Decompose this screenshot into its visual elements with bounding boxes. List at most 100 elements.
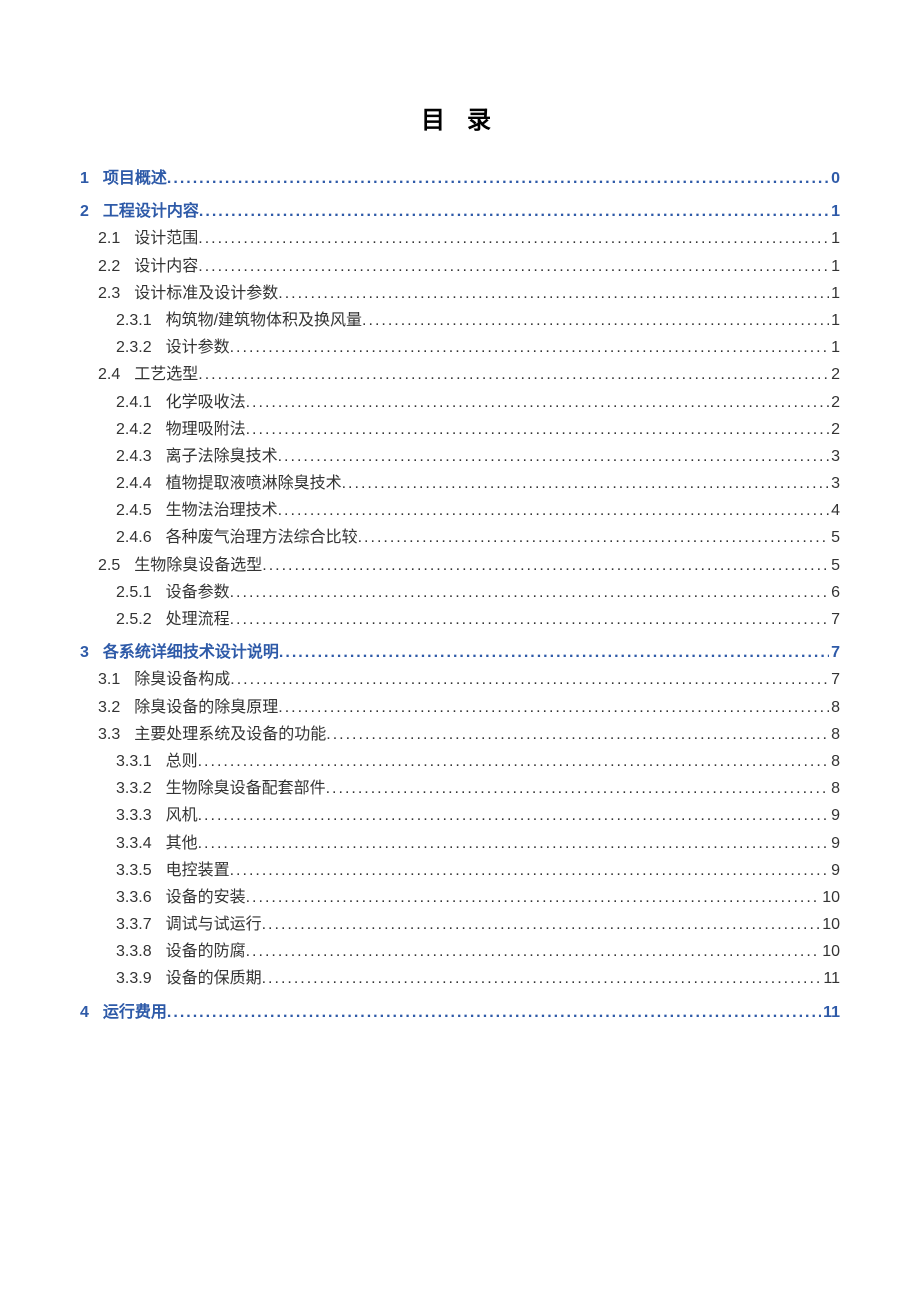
toc-entry-title: 设计参数 xyxy=(152,334,230,361)
toc-entry-number: 2.5.1 xyxy=(116,579,152,606)
toc-entry-number: 2.3.2 xyxy=(116,334,152,361)
toc-entry[interactable]: 2.5生物除臭设备选型.............................… xyxy=(80,552,840,579)
toc-dots: ........................................… xyxy=(230,579,829,606)
toc-dots: ........................................… xyxy=(246,884,821,911)
toc-entry[interactable]: 2.4.4植物提取液喷淋除臭技术........................… xyxy=(80,470,840,497)
toc-entry-page: 1 xyxy=(829,225,840,252)
toc-entry-page: 10 xyxy=(820,938,840,965)
toc-entry[interactable]: 2.4.3离子法除臭技术............................… xyxy=(80,443,840,470)
toc-entry-title: 设备参数 xyxy=(152,579,230,606)
toc-entry-number: 2.4.4 xyxy=(116,470,152,497)
toc-entry-title: 其他 xyxy=(152,830,198,857)
toc-entry-title: 调试与试运行 xyxy=(152,911,262,938)
toc-entry-number: 4 xyxy=(80,999,89,1026)
toc-entry[interactable]: 4运行费用...................................… xyxy=(80,999,840,1026)
toc-entry-page: 8 xyxy=(829,748,840,775)
toc-entry[interactable]: 2.4.6各种废气治理方法综合比较.......................… xyxy=(80,524,840,551)
toc-entry-title: 各系统详细技术设计说明 xyxy=(89,639,279,666)
toc-dots: ........................................… xyxy=(326,775,829,802)
toc-entry-page: 6 xyxy=(829,579,840,606)
toc-dots: ........................................… xyxy=(167,165,829,192)
toc-dots: ........................................… xyxy=(167,999,821,1026)
toc-entry-title: 电控装置 xyxy=(152,857,230,884)
toc-entry[interactable]: 2.3.1构筑物/建筑物体积及换风量......................… xyxy=(80,307,840,334)
toc-entry[interactable]: 3.3.8设备的防腐..............................… xyxy=(80,938,840,965)
toc-entry[interactable]: 2.4工艺选型.................................… xyxy=(80,361,840,388)
toc-entry-title: 总则 xyxy=(152,748,198,775)
toc-entry[interactable]: 2.4.1化学吸收法..............................… xyxy=(80,389,840,416)
toc-dots: ........................................… xyxy=(279,639,829,666)
toc-dots: ........................................… xyxy=(198,253,829,280)
toc-entry-title: 项目概述 xyxy=(89,165,167,192)
toc-entry-page: 9 xyxy=(829,857,840,884)
toc-entry[interactable]: 2工程设计内容.................................… xyxy=(80,198,840,225)
toc-entry[interactable]: 3.1除臭设备构成...............................… xyxy=(80,666,840,693)
toc-dots: ........................................… xyxy=(198,225,829,252)
toc-dots: ........................................… xyxy=(262,911,821,938)
toc-entry-page: 2 xyxy=(829,416,840,443)
toc-dots: ........................................… xyxy=(278,443,829,470)
toc-entry-number: 3.1 xyxy=(98,666,120,693)
toc-dots: ........................................… xyxy=(199,198,829,225)
toc-entry[interactable]: 3.3.6设备的安装..............................… xyxy=(80,884,840,911)
toc-entry[interactable]: 2.4.2物理吸附法..............................… xyxy=(80,416,840,443)
toc-entry-page: 5 xyxy=(829,552,840,579)
toc-entry-number: 3 xyxy=(80,639,89,666)
toc-entry-title: 植物提取液喷淋除臭技术 xyxy=(152,470,342,497)
toc-dots: ........................................… xyxy=(230,334,829,361)
toc-entry-title: 除臭设备构成 xyxy=(120,666,230,693)
toc-entry[interactable]: 2.3.2设计参数...............................… xyxy=(80,334,840,361)
toc-entry[interactable]: 3.3.9设备的保质期.............................… xyxy=(80,965,840,992)
toc-dots: ........................................… xyxy=(230,666,829,693)
toc-entry-number: 2.2 xyxy=(98,253,120,280)
toc-entry[interactable]: 2.2设计内容.................................… xyxy=(80,253,840,280)
toc-entry-page: 3 xyxy=(829,443,840,470)
toc-entry-page: 1 xyxy=(829,198,840,225)
toc-entry-number: 2.5.2 xyxy=(116,606,152,633)
toc-entry-page: 11 xyxy=(821,999,840,1026)
toc-dots: ........................................… xyxy=(198,748,829,775)
toc-entry-number: 3.3.1 xyxy=(116,748,152,775)
toc-entry-title: 设备的安装 xyxy=(152,884,246,911)
toc-entry-page: 1 xyxy=(829,307,840,334)
toc-entry-page: 4 xyxy=(829,497,840,524)
toc-entry[interactable]: 3.3主要处理系统及设备的功能.........................… xyxy=(80,721,840,748)
toc-entry[interactable]: 3.3.7调试与试运行.............................… xyxy=(80,911,840,938)
toc-entry-number: 2.4.3 xyxy=(116,443,152,470)
toc-entry-page: 8 xyxy=(829,775,840,802)
toc-dots: ........................................… xyxy=(278,280,829,307)
toc-entry[interactable]: 2.5.2处理流程...............................… xyxy=(80,606,840,633)
toc-entry-number: 3.3.5 xyxy=(116,857,152,884)
toc-entry-title: 设计范围 xyxy=(120,225,198,252)
toc-entry-page: 3 xyxy=(829,470,840,497)
toc-entry-page: 8 xyxy=(829,694,840,721)
toc-entry-number: 3.3.7 xyxy=(116,911,152,938)
toc-entry[interactable]: 1项目概述...................................… xyxy=(80,165,840,192)
toc-entry-number: 3.3.6 xyxy=(116,884,152,911)
toc-entry[interactable]: 3.3.3风机.................................… xyxy=(80,802,840,829)
toc-entry-page: 9 xyxy=(829,802,840,829)
toc-entry[interactable]: 3.3.2生物除臭设备配套部件.........................… xyxy=(80,775,840,802)
toc-entry-number: 1 xyxy=(80,165,89,192)
toc-entry[interactable]: 3.2除臭设备的除臭原理............................… xyxy=(80,694,840,721)
toc-dots: ........................................… xyxy=(230,857,829,884)
toc-entry[interactable]: 2.1设计范围.................................… xyxy=(80,225,840,252)
toc-entry[interactable]: 3各系统详细技术设计说明............................… xyxy=(80,639,840,666)
toc-entry-title: 运行费用 xyxy=(89,999,167,1026)
toc-entry-page: 1 xyxy=(829,253,840,280)
toc-entry-title: 主要处理系统及设备的功能 xyxy=(120,721,326,748)
toc-dots: ........................................… xyxy=(246,416,829,443)
toc-entry-number: 3.2 xyxy=(98,694,120,721)
toc-entry[interactable]: 2.5.1设备参数...............................… xyxy=(80,579,840,606)
toc-entry-page: 1 xyxy=(829,280,840,307)
toc-entry[interactable]: 2.3设计标准及设计参数............................… xyxy=(80,280,840,307)
toc-entry-number: 2.4.1 xyxy=(116,389,152,416)
toc-entry[interactable]: 3.3.5电控装置...............................… xyxy=(80,857,840,884)
toc-entry[interactable]: 3.3.4其他.................................… xyxy=(80,830,840,857)
toc-entry-page: 8 xyxy=(829,721,840,748)
toc-entry[interactable]: 3.3.1总则.................................… xyxy=(80,748,840,775)
toc-entry[interactable]: 2.4.5生物法治理技术............................… xyxy=(80,497,840,524)
toc-entry-page: 1 xyxy=(829,334,840,361)
toc-entry-page: 2 xyxy=(829,389,840,416)
toc-entry-number: 2.5 xyxy=(98,552,120,579)
